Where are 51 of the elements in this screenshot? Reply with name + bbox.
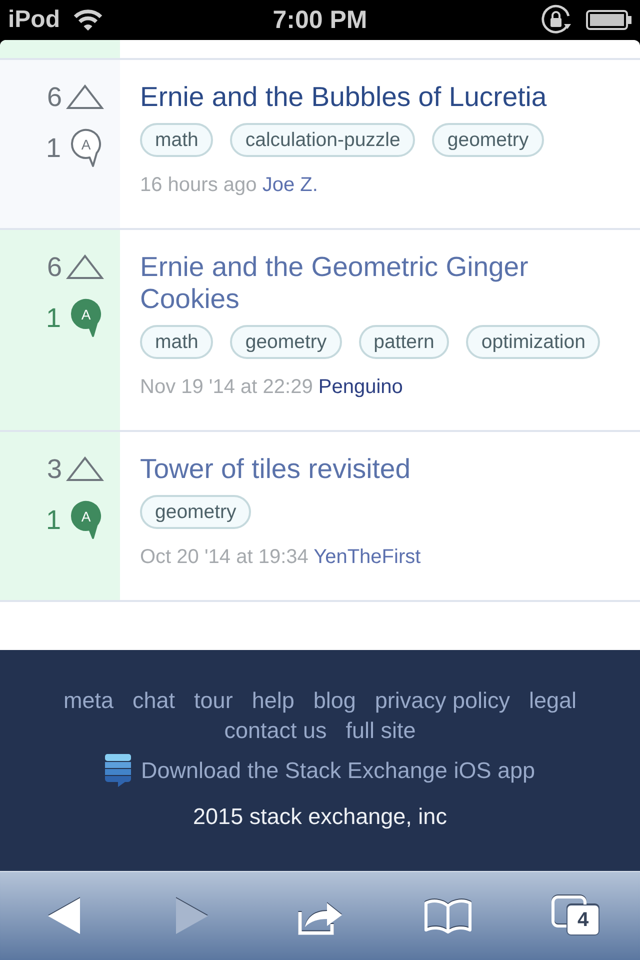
answer-count: 1 [46,302,61,334]
carrier-name: iPod [8,6,60,34]
answer-badge: A [70,500,102,540]
tag[interactable]: geometry [432,123,544,157]
footer-link[interactable]: tour [194,686,233,716]
copyright-text: 2015 stack exchange, inc [193,803,447,831]
battery-icon [586,9,632,31]
tag[interactable]: optimization [466,325,600,359]
vote-count: 3 [46,453,62,485]
author-link[interactable]: Joe Z. [262,174,318,196]
post-time: Oct 20 '14 at 19:34 [140,546,308,568]
footer-link[interactable]: full site [346,716,416,746]
book-icon [423,898,473,934]
footer-link[interactable]: legal [528,686,577,716]
tabs-icon [551,894,601,936]
post-time: 16 hours ago [140,174,257,196]
clock-time: 7:00 PM [272,6,368,34]
answer-count: 1 [46,132,61,164]
wifi-icon [72,8,104,32]
rotation-lock-icon [540,4,572,36]
tag[interactable]: pattern [358,325,450,359]
author-link[interactable]: YenTheFirst [314,546,421,568]
footer-link[interactable]: privacy policy [374,686,510,716]
triangle-icon [66,254,104,280]
tag[interactable]: math [140,123,214,157]
tabs-button[interactable]: 4 [540,886,612,944]
footer-link[interactable]: chat [132,686,176,716]
tag[interactable]: geometry [230,325,342,359]
tag[interactable]: geometry [140,495,252,529]
app-download-link[interactable]: Download the Stack Exchange iOS app [141,756,535,786]
triangle-icon [66,84,104,110]
question-title[interactable]: Ernie and the Geometric Ginger Cookies [140,251,624,315]
vote-count: 6 [46,81,62,113]
footer-link[interactable]: blog [313,686,356,716]
footer-link[interactable]: contact us [224,716,327,746]
footer-link[interactable]: meta [63,686,114,716]
post-time: Nov 19 '14 at 22:29 [140,376,313,398]
tag[interactable]: math [140,325,214,359]
vote-count: 6 [46,251,62,283]
stacked-bubble-logo-icon [105,754,131,787]
back-icon [47,896,81,936]
answer-badge: A [70,298,102,338]
tag[interactable]: calculation-puzzle [230,123,416,157]
footer-link[interactable]: help [252,686,294,716]
author-link[interactable]: Penguino [318,376,403,398]
question-title[interactable]: Ernie and the Bubbles of Lucretia [140,81,624,113]
forward-icon [175,896,209,936]
triangle-icon [66,456,104,482]
question-title[interactable]: Tower of tiles revisited [140,453,624,485]
answer-count: 1 [46,504,61,536]
answer-badge: A [70,128,102,168]
